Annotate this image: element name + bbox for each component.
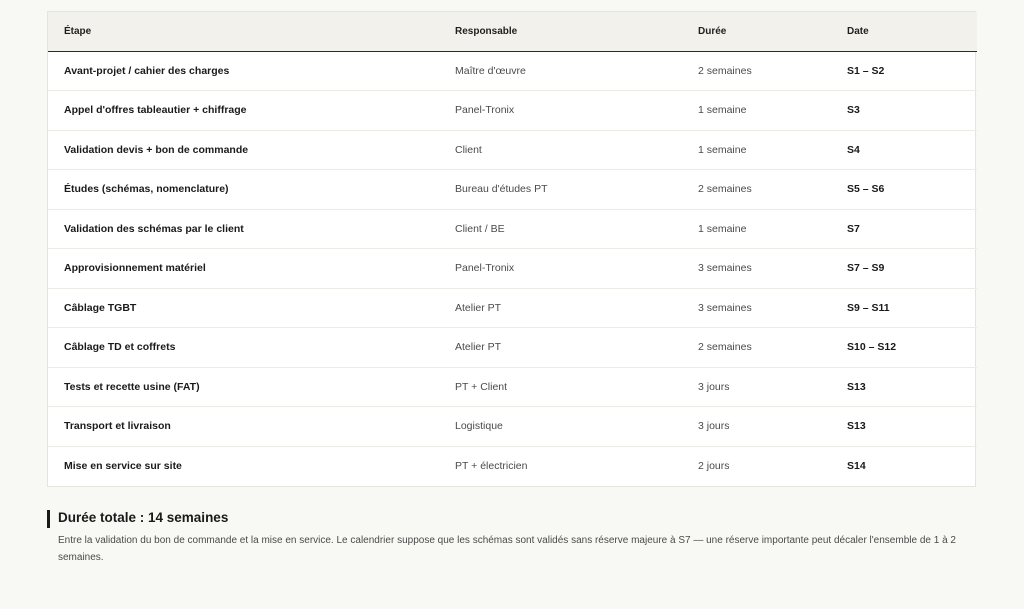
- cell-step: Mise en service sur site: [64, 460, 182, 472]
- cell-duration: 2 semaines: [698, 51, 847, 91]
- schedule-table-card: Étape Responsable Durée Date Avant-proje…: [47, 11, 977, 487]
- cell-duration: 2 semaines: [698, 327, 847, 368]
- schedule-table: Étape Responsable Durée Date Avant-proje…: [48, 12, 977, 486]
- cell-date: S7: [847, 209, 977, 249]
- cell-duration: 2 semaines: [698, 169, 847, 210]
- cell-date: S4: [847, 130, 977, 170]
- table-row: Mise en service sur site PT + électricie…: [48, 446, 977, 486]
- cell-date: S7 – S9: [847, 248, 977, 289]
- cell-date: S1 – S2: [847, 51, 977, 91]
- cell-responsible: Maître d'œuvre: [455, 51, 698, 91]
- cell-responsible: Bureau d'études PT: [455, 169, 698, 210]
- cell-step: Avant-projet / cahier des charges: [48, 51, 455, 91]
- cell-date: S14: [847, 460, 866, 472]
- accent-bar: [47, 510, 50, 528]
- cell-responsible: Panel-Tronix: [455, 90, 698, 131]
- cell-step: Câblage TD et coffrets: [48, 327, 455, 368]
- table-row: Études (schémas, nomenclature) Bureau d'…: [48, 169, 977, 210]
- table-row: Validation des schémas par le client Cli…: [48, 209, 977, 249]
- cell-duration: 1 semaine: [698, 130, 847, 170]
- cell-step: Études (schémas, nomenclature): [48, 169, 455, 210]
- table-row: Transport et livraison Logistique 3 jour…: [48, 406, 977, 447]
- header-duration: Durée: [698, 12, 847, 52]
- cell-date: S13: [847, 406, 977, 447]
- cell-date: S5 – S6: [847, 169, 977, 210]
- summary-title: Durée totale : 14 semaines: [58, 510, 229, 525]
- table-row: Tests et recette usine (FAT) PT + Client…: [48, 367, 977, 407]
- table-row: Avant-projet / cahier des charges Maître…: [48, 51, 977, 91]
- cell-responsible: Client: [455, 130, 698, 170]
- table-header-row: Étape Responsable Durée Date: [48, 12, 977, 52]
- table-row: Appel d'offres tableautier + chiffrage P…: [48, 90, 977, 131]
- cell-step: Tests et recette usine (FAT): [48, 367, 455, 407]
- cell-step: Validation des schémas par le client: [48, 209, 455, 249]
- cell-responsible: Atelier PT: [455, 327, 698, 368]
- cell-duration: 3 semaines: [698, 248, 847, 289]
- cell-responsible: PT + Client: [455, 367, 698, 407]
- cell-date: S13: [847, 367, 977, 407]
- header-responsible: Responsable: [455, 12, 698, 52]
- table-row: Approvisionnement matériel Panel-Tronix …: [48, 248, 977, 289]
- cell-date: S3: [847, 90, 977, 131]
- cell-responsible: Client / BE: [455, 209, 698, 249]
- cell-duration: 3 jours: [698, 367, 847, 407]
- table-row: Validation devis + bon de commande Clien…: [48, 130, 977, 170]
- table-row: Câblage TD et coffrets Atelier PT 2 sema…: [48, 327, 977, 368]
- cell-step: Câblage TGBT: [48, 288, 455, 328]
- cell-step: Validation devis + bon de commande: [48, 130, 455, 170]
- cell-step: Approvisionnement matériel: [48, 248, 455, 289]
- table-row: Câblage TGBT Atelier PT 3 semaines S9 – …: [48, 288, 977, 328]
- header-date: Date: [847, 12, 977, 52]
- header-step: Étape: [48, 12, 455, 52]
- cell-duration: 1 semaine: [698, 90, 847, 131]
- cell-responsible: Logistique: [455, 406, 698, 447]
- cell-step: Appel d'offres tableautier + chiffrage: [48, 90, 455, 131]
- cell-responsible: PT + électricien: [455, 460, 528, 472]
- cell-duration: 2 jours: [698, 460, 730, 472]
- summary-text: Entre la validation du bon de commande e…: [58, 535, 956, 563]
- cell-date: S9 – S11: [847, 288, 977, 328]
- cell-duration: 3 semaines: [698, 288, 847, 328]
- cell-date: S10 – S12: [847, 327, 977, 368]
- cell-step: Transport et livraison: [48, 406, 455, 447]
- cell-duration: 1 semaine: [698, 209, 847, 249]
- cell-duration: 3 jours: [698, 406, 847, 447]
- cell-responsible: Panel-Tronix: [455, 248, 698, 289]
- cell-responsible: Atelier PT: [455, 288, 698, 328]
